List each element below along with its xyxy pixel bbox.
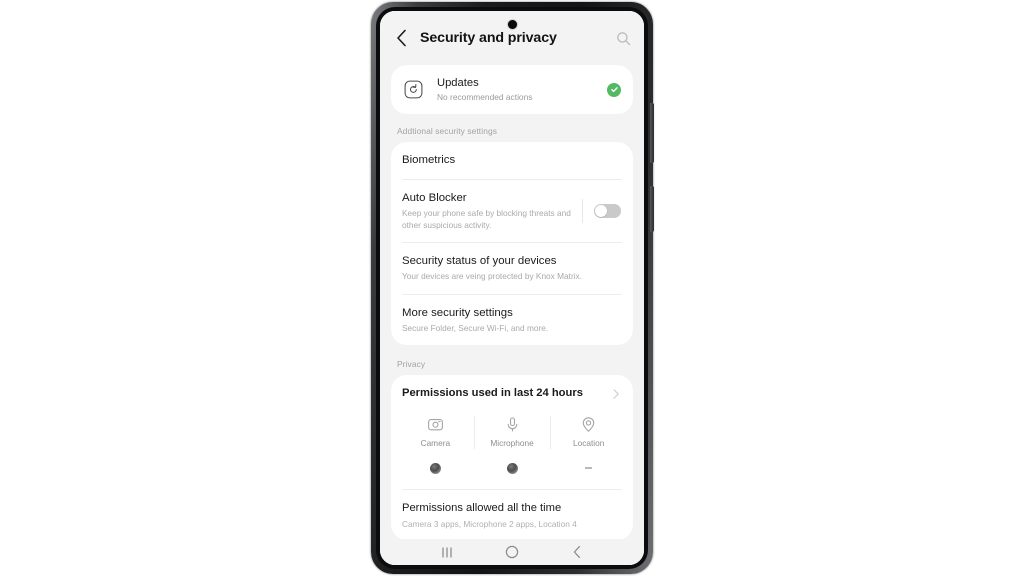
row-subtitle: Your devices are veing protected by Knox… — [402, 271, 583, 281]
row-title: Biometrics — [402, 154, 456, 166]
row-subtitle: Secure Folder, Secure Wi-Fi, and more. — [402, 322, 549, 333]
permission-column-location[interactable]: Location — [550, 414, 627, 479]
row-security-status[interactable]: Security status of your devices Your dev… — [391, 243, 633, 294]
row-subtitle: Camera 3 apps, Microphone 2 apps, Locati… — [402, 519, 577, 529]
row-title: More security settings — [402, 306, 513, 319]
android-navigation-bar — [380, 539, 644, 565]
security-settings-card: Biometrics Auto Blocker Keep your phone … — [391, 142, 633, 345]
page-title: Security and privacy — [420, 30, 557, 46]
permission-label: Location — [572, 438, 605, 448]
auto-blocker-toggle-area — [582, 199, 621, 223]
recents-icon[interactable] — [435, 543, 459, 561]
row-title: Permissions allowed all the time — [402, 502, 562, 514]
toggle-knob — [595, 205, 608, 217]
permission-indicator-slot — [506, 457, 518, 479]
permission-label: Microphone — [490, 438, 534, 448]
search-icon[interactable] — [613, 28, 633, 48]
screenshot-canvas: Security and privacy Updates No recommen… — [0, 0, 1024, 576]
chevron-right-icon — [610, 387, 622, 399]
green-check-circle-icon — [607, 82, 621, 97]
update-refresh-icon — [402, 79, 424, 101]
permission-column-microphone[interactable]: Microphone — [473, 414, 551, 479]
permission-indicator-slot — [429, 457, 441, 479]
home-circle-icon[interactable] — [500, 543, 524, 561]
updates-card[interactable]: Updates No recommended actions — [391, 65, 633, 114]
section-label-privacy: Privacy — [397, 359, 426, 369]
row-title: Auto Blocker — [402, 192, 467, 204]
permissions-used-title: Permissions used in last 24 hours — [402, 387, 583, 399]
permission-label: Camera — [420, 438, 451, 448]
section-label-security: Addtional security settings — [397, 126, 497, 136]
permission-column-camera[interactable]: Camera — [397, 414, 474, 479]
permissions-used-header[interactable]: Permissions used in last 24 hours — [391, 375, 633, 410]
permission-indicator-slot — [585, 457, 593, 479]
settings-scroll-area[interactable]: Updates No recommended actions Addtional… — [380, 65, 644, 539]
permission-active-dot — [506, 462, 518, 474]
row-more-security-settings[interactable]: More security settings Secure Folder, Se… — [391, 295, 633, 346]
back-chevron-icon[interactable] — [565, 543, 589, 561]
row-permissions-allowed[interactable]: Permissions allowed all the time Camera … — [391, 490, 633, 538]
front-camera-punch-hole — [508, 20, 517, 29]
row-auto-blocker[interactable]: Auto Blocker Keep your phone safe by blo… — [391, 180, 633, 242]
updates-subtitle: No recommended actions — [437, 92, 533, 102]
privacy-card: Permissions used in last 24 hours Camera… — [391, 375, 633, 539]
row-title: Security status of your devices — [402, 255, 557, 267]
camera-icon — [425, 414, 445, 434]
permission-active-dot — [429, 462, 441, 474]
permission-inactive-dash — [585, 467, 593, 469]
location-pin-icon — [579, 414, 599, 434]
auto-blocker-toggle[interactable] — [594, 203, 621, 219]
phone-screen: Security and privacy Updates No recommen… — [380, 11, 644, 565]
power-button[interactable] — [650, 186, 654, 232]
row-subtitle: Keep your phone safe by blocking threats… — [402, 208, 571, 230]
back-button[interactable] — [392, 27, 410, 49]
volume-rocker-button[interactable] — [650, 103, 654, 163]
permissions-usage-grid: Camera Microphone Location — [391, 410, 633, 489]
microphone-icon — [502, 414, 522, 434]
row-biometrics[interactable]: Biometrics — [391, 142, 633, 179]
updates-title: Updates — [437, 77, 479, 89]
